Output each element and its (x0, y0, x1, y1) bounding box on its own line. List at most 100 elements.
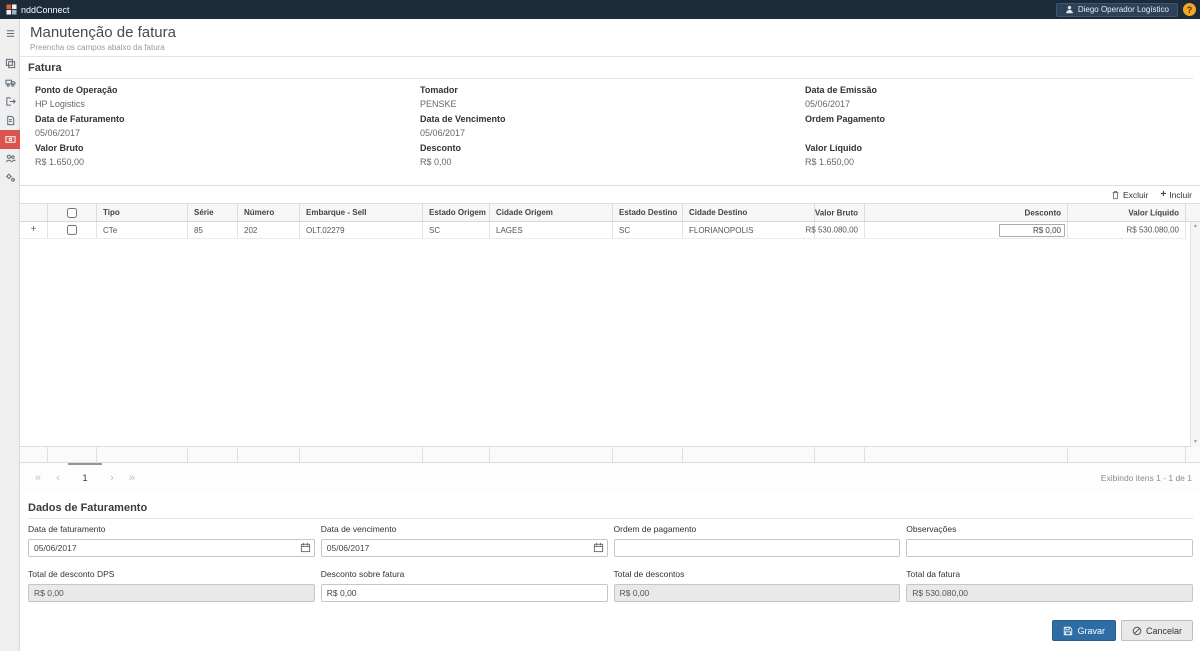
field-value: 05/06/2017 (805, 99, 1190, 109)
last-page-button[interactable]: » (122, 463, 142, 492)
column-header-expand (20, 204, 48, 221)
invoice-items-grid: Excluir + Incluir Tipo Série Número Emba… (20, 185, 1200, 492)
field-label: Data de vencimento (321, 524, 608, 534)
calendar-button[interactable] (299, 541, 312, 554)
data-vencimento-input[interactable] (321, 539, 608, 557)
expand-row-button[interactable]: + (31, 225, 37, 235)
field-label: Ordem de pagamento (614, 524, 901, 534)
cell-embarque-sell: OLT.02279 (300, 222, 423, 238)
main-content: Manutenção de fatura Preencha os campos … (20, 19, 1200, 651)
data-de-vencimento-field: Data de vencimento (321, 524, 608, 557)
scroll-down-icon[interactable]: ▼ (1193, 440, 1198, 445)
field-label: Tomador (420, 85, 805, 95)
footer-cell (1068, 447, 1186, 462)
grid-vertical-scrollbar[interactable]: ▲ ▼ (1190, 222, 1200, 447)
document-icon (5, 115, 16, 126)
current-page[interactable]: 1 (68, 463, 102, 492)
user-name: Diego Operador Logístico (1078, 5, 1169, 14)
column-header-cidade-destino[interactable]: Cidade Destino (683, 204, 815, 221)
sidebar-item-users[interactable] (0, 149, 20, 168)
sidebar-item-document[interactable] (0, 111, 20, 130)
save-icon (1063, 626, 1073, 636)
field-label: Ponto de Operação (35, 85, 420, 95)
desconto-input[interactable] (999, 224, 1065, 237)
data-faturamento-input[interactable] (28, 539, 315, 557)
cell-valor-bruto: R$ 530.080,00 (815, 222, 865, 238)
row-checkbox[interactable] (67, 225, 77, 235)
fatura-info-grid: Ponto de Operação HP Logistics Tomador P… (20, 79, 1200, 172)
plus-icon: + (1160, 189, 1166, 200)
data-de-faturamento-field: Data de faturamento (28, 524, 315, 557)
footer-cell (865, 447, 1068, 462)
sidebar-item-menu[interactable] (0, 24, 20, 43)
calendar-button[interactable] (592, 541, 605, 554)
grid-toolbar: Excluir + Incluir (20, 186, 1200, 204)
expand-cell: + (20, 222, 48, 238)
grid-header: Tipo Série Número Embarque - Sell Estado… (20, 204, 1200, 222)
first-page-button[interactable]: « (28, 463, 48, 492)
footer-cell (97, 447, 188, 462)
brand-logo-icon (6, 4, 17, 15)
total-fatura-input (906, 584, 1193, 602)
delete-item-button[interactable]: Excluir (1111, 190, 1149, 200)
calendar-icon (593, 542, 604, 553)
sign-out-icon (5, 96, 16, 107)
total-descontos-input (614, 584, 901, 602)
field-value: 05/06/2017 (420, 128, 805, 138)
sidebar-item-truck[interactable] (0, 73, 20, 92)
scroll-up-icon[interactable]: ▲ (1193, 224, 1198, 229)
page-title: Manutenção de fatura (30, 24, 1200, 41)
grid-footer (20, 447, 1200, 462)
delete-item-label: Excluir (1123, 190, 1149, 200)
desconto-sobre-fatura-input[interactable] (321, 584, 608, 602)
settings-icon (5, 172, 16, 183)
field-ordem-pagamento: Ordem Pagamento (805, 114, 1190, 143)
cell-estado-destino: SC (613, 222, 683, 238)
observacoes-field: Observações (906, 524, 1193, 557)
field-value (805, 128, 1190, 138)
select-all-checkbox[interactable] (67, 208, 77, 218)
user-menu-button[interactable]: Diego Operador Logístico (1056, 3, 1178, 17)
ordem-pagamento-input[interactable] (614, 539, 901, 557)
column-header-estado-destino[interactable]: Estado Destino (613, 204, 683, 221)
table-row[interactable]: + CTe 85 202 OLT.02279 SC LAGES SC FLORI… (20, 222, 1186, 239)
prev-page-button[interactable]: ‹ (48, 463, 68, 492)
brand-name: nddConnect (21, 5, 70, 15)
field-label: Desconto sobre fatura (321, 569, 608, 579)
next-page-button[interactable]: › (102, 463, 122, 492)
footer-cell (48, 447, 97, 462)
add-item-button[interactable]: + Incluir (1160, 189, 1192, 200)
column-header-cidade-origem[interactable]: Cidade Origem (490, 204, 613, 221)
field-label: Valor Bruto (35, 143, 420, 153)
column-header-desconto[interactable]: Desconto (865, 204, 1068, 221)
field-valor-liquido: Valor Líquido R$ 1.650,00 (805, 143, 1190, 172)
help-button[interactable]: ? (1183, 3, 1196, 16)
sidebar-item-copy[interactable] (0, 54, 20, 73)
gravar-button[interactable]: Gravar (1052, 620, 1116, 641)
column-header-embarque-sell[interactable]: Embarque - Sell (300, 204, 423, 221)
column-header-estado-origem[interactable]: Estado Origem (423, 204, 490, 221)
column-header-valor-bruto[interactable]: Valor Bruto (815, 204, 865, 221)
sidebar-item-settings[interactable] (0, 168, 20, 187)
fatura-section: Fatura Ponto de Operação HP Logistics To… (20, 62, 1200, 172)
dados-faturamento-section: Dados de Faturamento Data de faturamento… (20, 502, 1200, 641)
pager-status: Exibindo itens 1 - 1 de 1 (1101, 473, 1192, 483)
cell-numero: 202 (238, 222, 300, 238)
section-title-fatura: Fatura (28, 62, 1193, 79)
column-header-valor-liquido[interactable]: Valor Líquido (1068, 204, 1186, 221)
topbar-right: Diego Operador Logístico ? (1056, 3, 1196, 17)
footer-cell (423, 447, 490, 462)
field-desconto: Desconto R$ 0,00 (420, 143, 805, 172)
sidebar-item-billing[interactable] (0, 130, 20, 149)
field-label: Data de Emissão (805, 85, 1190, 95)
sidebar-item-sign-out[interactable] (0, 92, 20, 111)
column-header-serie[interactable]: Série (188, 204, 238, 221)
column-header-numero[interactable]: Número (238, 204, 300, 221)
field-label: Total de desconto DPS (28, 569, 315, 579)
cancelar-button[interactable]: Cancelar (1121, 620, 1193, 641)
observacoes-input[interactable] (906, 539, 1193, 557)
column-header-tipo[interactable]: Tipo (97, 204, 188, 221)
cell-valor-liquido: R$ 530.080,00 (1068, 222, 1186, 238)
truck-icon (5, 77, 16, 88)
page-header: Manutenção de fatura Preencha os campos … (20, 19, 1200, 57)
